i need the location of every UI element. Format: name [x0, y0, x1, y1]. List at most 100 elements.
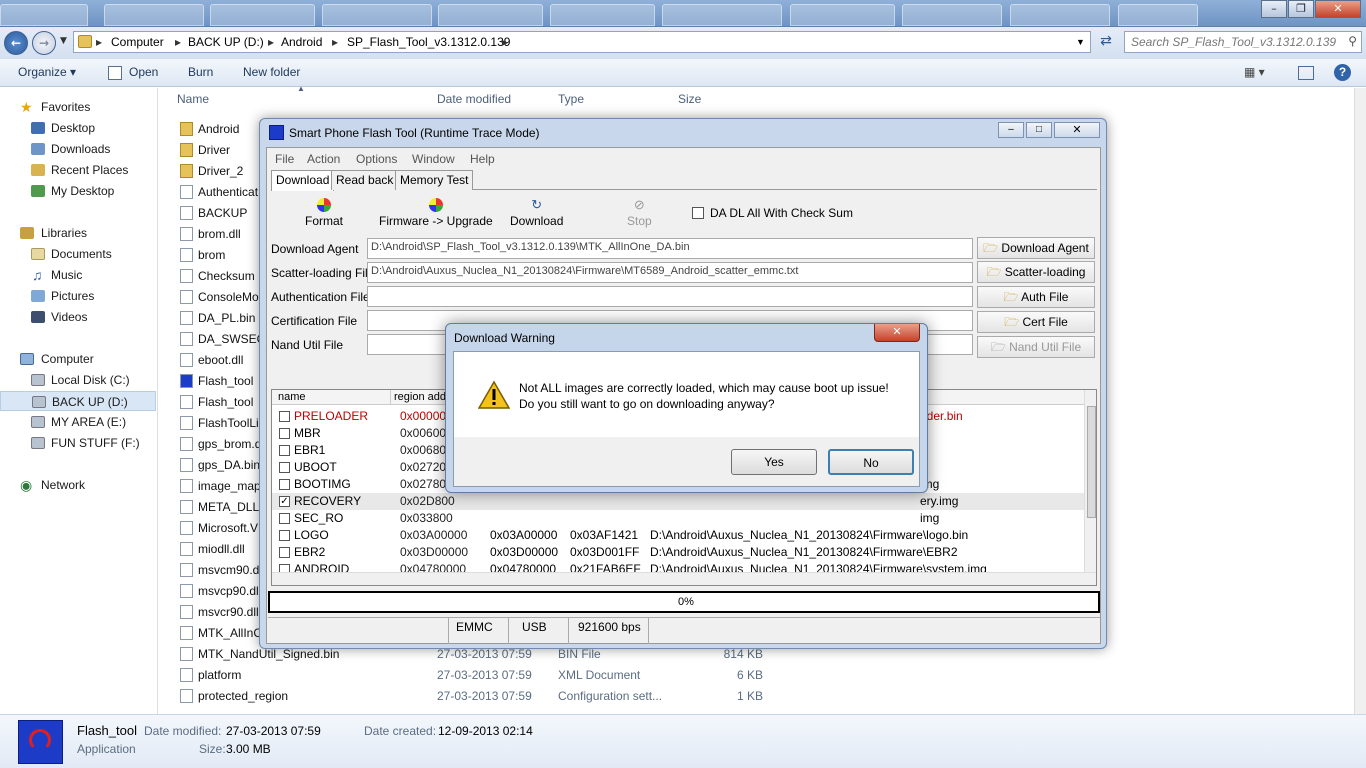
column-header-region[interactable]: region add	[394, 391, 446, 403]
address-dropdown-icon[interactable]: ▼	[1076, 37, 1085, 47]
download-button[interactable]: ↻ Download	[510, 198, 563, 229]
scroll-thumb[interactable]	[1087, 406, 1096, 518]
checksum-checkbox[interactable]	[692, 207, 704, 219]
breadcrumb-android[interactable]: Android	[281, 35, 322, 49]
maximize-icon[interactable]: ❐	[1288, 0, 1314, 18]
table-horizontal-scrollbar[interactable]	[272, 572, 1096, 585]
new-folder-button[interactable]: New folder	[243, 65, 300, 79]
partition-checkbox[interactable]	[279, 479, 290, 490]
download-agent-input[interactable]: D:\Android\SP_Flash_Tool_v3.1312.0.139\M…	[367, 238, 973, 259]
stop-button[interactable]: ⊘ Stop	[627, 198, 652, 229]
partition-row[interactable]: ✓ RECOVERY 0x02D800 ery.img	[272, 493, 1084, 510]
yes-button[interactable]: Yes	[731, 449, 817, 475]
taskbar-tab[interactable]	[322, 4, 432, 26]
format-button[interactable]: Format	[305, 198, 343, 228]
open-button[interactable]: Open	[129, 65, 158, 79]
close-icon[interactable]: ✕	[1054, 122, 1100, 138]
taskbar-tab[interactable]	[902, 4, 1002, 26]
menu-options[interactable]: Options	[356, 152, 397, 166]
partition-row[interactable]: SEC_RO 0x033800 img	[272, 510, 1084, 527]
nav-network[interactable]: ◉ Network	[0, 475, 158, 495]
menu-window[interactable]: Window	[412, 152, 455, 166]
view-options-icon[interactable]: ▦ ▾	[1244, 65, 1265, 79]
table-vertical-scrollbar[interactable]	[1084, 390, 1096, 572]
address-bar[interactable]: ▸ Computer ▸ BACK UP (D:) ▸ Android ▸ SP…	[73, 31, 1091, 53]
taskbar-tab[interactable]	[0, 4, 88, 26]
column-header-type[interactable]: Type	[558, 92, 584, 106]
taskbar-tab[interactable]	[210, 4, 315, 26]
auth-file-button[interactable]: 🗁 Auth File	[977, 286, 1095, 308]
nav-favorites[interactable]: ★ Favorites	[0, 97, 158, 117]
nand-util-button[interactable]: 🗁 Nand Util File	[977, 336, 1095, 358]
close-icon[interactable]: ✕	[1315, 0, 1361, 18]
nav-item-downloads[interactable]: Downloads	[0, 139, 158, 159]
nav-drive-c[interactable]: Local Disk (C:)	[0, 370, 158, 390]
taskbar-tab[interactable]	[662, 4, 782, 26]
taskbar-tab[interactable]	[104, 4, 204, 26]
help-icon[interactable]: ?	[1334, 64, 1351, 81]
firmware-upgrade-button[interactable]: Firmware -> Upgrade	[379, 198, 493, 228]
nav-drive-d[interactable]: BACK UP (D:)	[0, 391, 156, 411]
column-header-name[interactable]: Name	[177, 92, 209, 106]
organize-button[interactable]: Organize ▾	[18, 65, 76, 79]
partition-checkbox[interactable]	[279, 547, 290, 558]
refresh-icon[interactable]: ⇄	[1096, 33, 1116, 51]
nav-item-desktop[interactable]: Desktop	[0, 118, 158, 138]
burn-button[interactable]: Burn	[188, 65, 213, 79]
minimize-icon[interactable]: –	[1261, 0, 1287, 18]
file-row[interactable]: protected_region 27-03-2013 07:59 Configur…	[177, 686, 1177, 706]
column-header-date[interactable]: Date modified	[437, 92, 511, 106]
no-button[interactable]: No	[828, 449, 914, 475]
nav-item-documents[interactable]: Documents	[0, 244, 158, 264]
partition-checkbox[interactable]	[279, 445, 290, 456]
column-header-size[interactable]: Size	[678, 92, 701, 106]
nav-libraries[interactable]: Libraries	[0, 223, 158, 243]
recent-pages-icon[interactable]: ▼	[60, 36, 67, 46]
nav-item-pictures[interactable]: Pictures	[0, 286, 158, 306]
scatter-file-input[interactable]: D:\Android\Auxus_Nuclea_N1_20130824\Firm…	[367, 262, 973, 283]
tab-read-back[interactable]: Read back	[331, 170, 399, 190]
preview-pane-icon[interactable]	[1298, 66, 1314, 80]
nav-computer[interactable]: Computer	[0, 349, 158, 369]
partition-checkbox[interactable]	[279, 428, 290, 439]
file-row[interactable]: platform 27-03-2013 07:59 XML Document 6 KB	[177, 665, 1177, 685]
nav-item-recent-places[interactable]: Recent Places	[0, 160, 158, 180]
nav-drive-e[interactable]: MY AREA (E:)	[0, 412, 158, 432]
taskbar-tab[interactable]	[438, 4, 543, 26]
taskbar-tab[interactable]	[1118, 4, 1198, 26]
tab-download[interactable]: Download	[271, 170, 335, 191]
minimize-icon[interactable]: –	[998, 122, 1024, 138]
back-icon[interactable]: ←	[4, 31, 28, 55]
partition-checkbox[interactable]	[279, 513, 290, 524]
cert-file-button[interactable]: 🗁 Cert File	[977, 311, 1095, 333]
nav-item-music[interactable]: ♫ Music	[0, 265, 158, 285]
nav-drive-f[interactable]: FUN STUFF (F:)	[0, 433, 158, 453]
breadcrumb-computer[interactable]: Computer	[111, 35, 164, 49]
menu-help[interactable]: Help	[470, 152, 495, 166]
breadcrumb-drive[interactable]: BACK UP (D:)	[188, 35, 264, 49]
partition-checkbox[interactable]	[279, 462, 290, 473]
auth-file-input[interactable]	[367, 286, 973, 307]
taskbar-tab[interactable]	[1010, 4, 1110, 26]
menu-file[interactable]: File	[275, 152, 294, 166]
partition-checkbox[interactable]: ✓	[279, 496, 290, 507]
scatter-loading-button[interactable]: 🗁 Scatter-loading	[977, 261, 1095, 283]
partition-checkbox[interactable]	[279, 530, 290, 541]
partition-checkbox[interactable]	[279, 411, 290, 422]
maximize-icon[interactable]: □	[1026, 122, 1052, 138]
partition-row[interactable]: LOGO 0x03A00000 0x03A00000 0x03AF1421 D:\And…	[272, 527, 1084, 544]
column-header-name[interactable]: name	[278, 391, 306, 403]
file-list-scrollbar[interactable]	[1354, 88, 1366, 714]
menu-action[interactable]: Action	[307, 152, 340, 166]
search-input[interactable]: Search SP_Flash_Tool_v3.1312.0.139 ⚲	[1124, 31, 1362, 53]
breadcrumb-folder[interactable]: SP_Flash_Tool_v3.1312.0.139	[347, 35, 510, 49]
taskbar-tab[interactable]	[550, 4, 655, 26]
tab-memory-test[interactable]: Memory Test	[395, 170, 474, 190]
download-agent-button[interactable]: 🗁 Download Agent	[977, 237, 1095, 259]
close-icon[interactable]: ✕	[874, 324, 920, 342]
forward-icon[interactable]: →	[32, 31, 56, 55]
nav-item-my-desktop[interactable]: My Desktop	[0, 181, 158, 201]
partition-row[interactable]: EBR2 0x03D00000 0x03D00000 0x03D001FF D:\And…	[272, 544, 1084, 561]
nav-item-videos[interactable]: Videos	[0, 307, 158, 327]
taskbar-tab[interactable]	[790, 4, 895, 26]
